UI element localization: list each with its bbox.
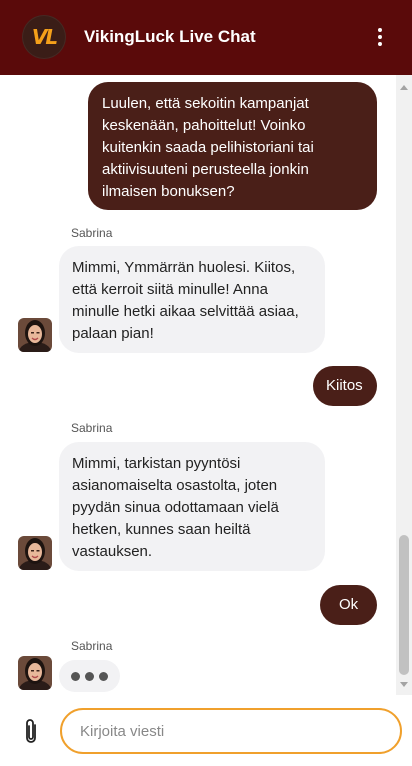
user-message: Ok [320,585,377,625]
chat-header: VL VikingLuck Live Chat [0,0,412,75]
agent-avatar [18,656,52,690]
agent-avatar [18,536,52,570]
paperclip-icon[interactable] [20,718,42,746]
composer [0,695,412,766]
user-message: Luulen, että sekoitin kampanjat keskenää… [88,82,377,210]
typing-indicator [59,660,120,692]
sender-name: Sabrina [71,226,113,240]
scrollbar[interactable] [396,75,412,695]
message-list[interactable]: Luulen, että sekoitin kampanjat keskenää… [0,75,396,695]
sender-name: Sabrina [71,421,113,435]
scrollbar-thumb[interactable] [399,535,409,675]
kebab-menu-icon[interactable] [377,28,383,46]
message-text: Ok [339,596,359,613]
agent-avatar [18,318,52,352]
user-message: Kiitos [313,366,377,406]
sender-name: Sabrina [71,639,113,653]
scroll-up-arrow-icon[interactable] [400,85,408,90]
message-text: Mimmi, Ymmärrän huolesi. Kiitos, että ke… [72,259,299,342]
message-text: Mimmi, tarkistan pyyntösi asianomaiselta… [72,455,279,560]
logo-text: VL [31,25,58,49]
message-text: Luulen, että sekoitin kampanjat keskenää… [102,95,314,200]
agent-message: Mimmi, tarkistan pyyntösi asianomaiselta… [59,442,325,571]
message-input[interactable] [60,708,402,754]
chat-title: VikingLuck Live Chat [84,27,256,46]
scroll-down-arrow-icon[interactable] [400,682,408,687]
message-text: Kiitos [326,377,363,394]
brand-logo: VL [22,15,66,59]
agent-message: Mimmi, Ymmärrän huolesi. Kiitos, että ke… [59,246,325,353]
